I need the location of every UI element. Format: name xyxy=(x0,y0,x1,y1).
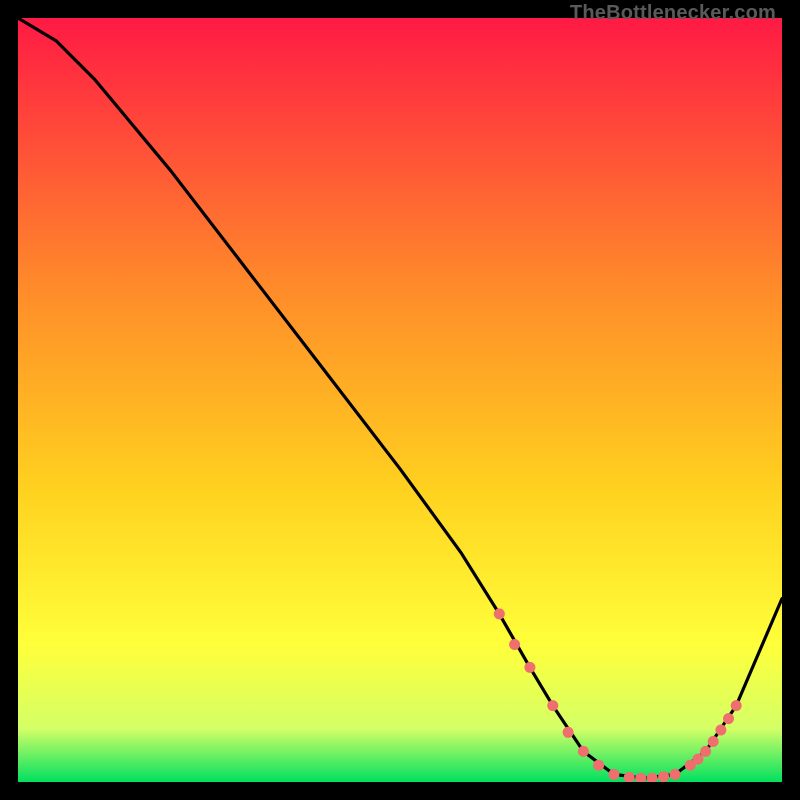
chart-frame xyxy=(18,18,782,782)
curve-marker xyxy=(708,736,719,747)
curve-marker xyxy=(608,769,619,780)
curve-marker xyxy=(658,771,669,782)
curve-marker xyxy=(700,746,711,757)
curve-marker xyxy=(547,700,558,711)
curve-marker xyxy=(578,746,589,757)
curve-marker xyxy=(731,700,742,711)
curve-marker xyxy=(524,662,535,673)
curve-marker xyxy=(723,713,734,724)
curve-marker xyxy=(715,725,726,736)
curve-marker xyxy=(509,639,520,650)
curve-marker xyxy=(563,727,574,738)
watermark-text: TheBottlenecker.com xyxy=(570,2,776,25)
curve-marker xyxy=(593,760,604,771)
curve-marker xyxy=(670,769,681,780)
chart-svg xyxy=(18,18,782,782)
curve-marker xyxy=(494,608,505,619)
gradient-background xyxy=(18,18,782,782)
